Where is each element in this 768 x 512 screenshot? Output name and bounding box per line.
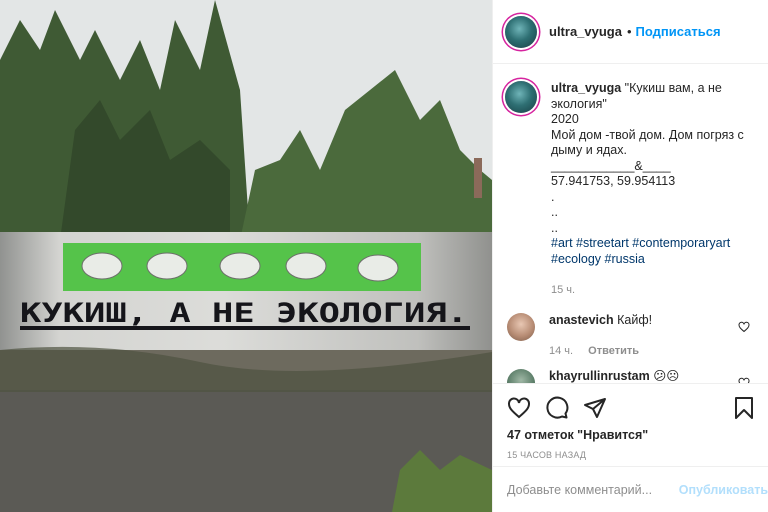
caption-avatar[interactable]: [505, 81, 537, 113]
hashtags[interactable]: #art #streetart #contemporaryart #ecolog…: [551, 236, 730, 266]
comment-username[interactable]: anastevich: [549, 313, 614, 327]
follow-button[interactable]: Подписаться: [636, 24, 721, 39]
reply-button[interactable]: Ответить: [588, 345, 639, 357]
post-actions: 47 отметок "Нравится" 15 ЧАСОВ НАЗАД: [493, 383, 768, 467]
separator-dot: •: [626, 24, 632, 39]
post-caption: ultra_vyuga "Кукиш вам, а не экология" 2…: [505, 81, 752, 299]
comment-input[interactable]: [507, 482, 673, 497]
comment-item: anastevich Кайф! 14 ч. Ответить: [505, 312, 752, 359]
small-heart-icon[interactable]: [738, 321, 750, 333]
comment-timestamp[interactable]: 14 ч.: [549, 345, 573, 357]
comment-username[interactable]: khayrullinrustam: [549, 369, 650, 383]
caption-line: .: [551, 189, 555, 204]
caption-line: ..: [551, 205, 558, 219]
likes-count[interactable]: 47 отметок "Нравится": [507, 428, 756, 442]
comment-text: Кайф!: [617, 312, 653, 327]
mural-text: КУКИШ, А НЕ ЭКОЛОГИЯ.: [20, 298, 468, 329]
bookmark-icon[interactable]: [732, 396, 756, 420]
publish-button[interactable]: Опубликовать: [679, 483, 768, 497]
heart-icon[interactable]: [507, 396, 531, 420]
post-photo[interactable]: КУКИШ, А НЕ ЭКОЛОГИЯ.: [0, 0, 492, 512]
caption-line: 57.941753, 59.954113: [551, 174, 676, 188]
avatar[interactable]: [505, 15, 537, 48]
caption-username[interactable]: ultra_vyuga: [551, 81, 621, 95]
caption-timestamp[interactable]: 15 ч.: [551, 283, 751, 299]
comments-scroll-area[interactable]: ultra_vyuga "Кукиш вам, а не экология" 2…: [493, 65, 768, 383]
caption-line: ____________&____: [551, 158, 671, 173]
comment-text: 😕☹: [653, 368, 680, 383]
comment-avatar[interactable]: [507, 312, 535, 341]
post-author-username[interactable]: ultra_vyuga: [549, 24, 622, 39]
comment-item: khayrullinrustam 😕☹: [505, 368, 752, 383]
caption-line: Мой дом -твой дом. Дом погряз с дыму и я…: [551, 127, 744, 158]
comment-icon[interactable]: [545, 396, 569, 420]
add-comment-bar: Опубликовать: [493, 466, 768, 512]
post-side-panel: ultra_vyuga • Подписаться ultra_vyuga "К…: [492, 0, 768, 512]
caption-line: ..: [551, 220, 558, 235]
comment-avatar[interactable]: [507, 368, 535, 383]
caption-line: 2020: [551, 112, 579, 126]
share-icon[interactable]: [583, 396, 607, 420]
post-header: ultra_vyuga • Подписаться: [493, 0, 768, 64]
post-timestamp[interactable]: 15 ЧАСОВ НАЗАД: [507, 450, 756, 460]
